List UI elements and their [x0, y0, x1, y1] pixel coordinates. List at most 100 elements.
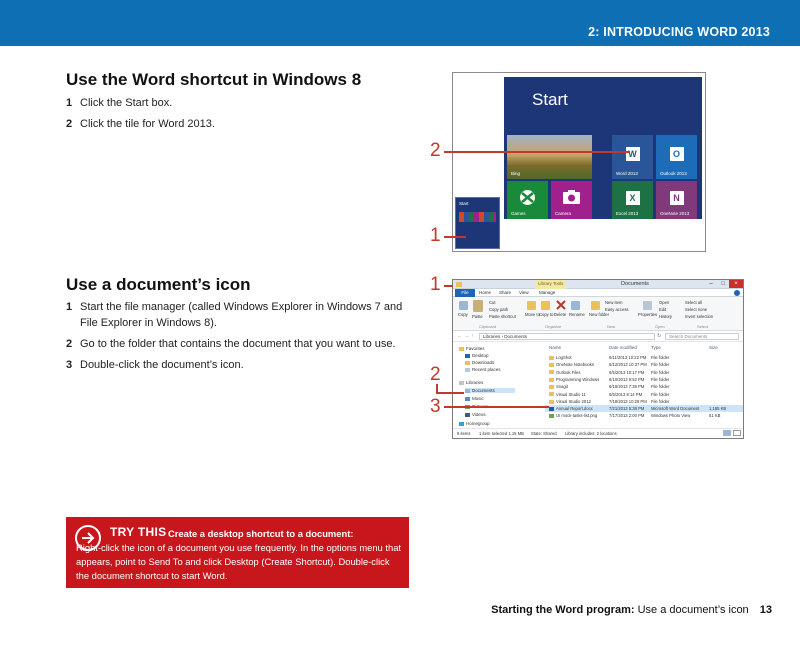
row-date: 6/10/2013 9:52 PM — [609, 376, 645, 382]
address-bar[interactable]: Libraries › Documents — [479, 333, 655, 340]
tile-onenote-2013[interactable]: N OneNote 2013 — [656, 181, 697, 219]
rename-icon — [571, 301, 580, 310]
table-row[interactable]: LogShot 6/11/2013 10:22 PM File folder — [545, 354, 743, 361]
copy-button[interactable]: Copy — [458, 312, 468, 317]
delete-button[interactable]: Delete — [554, 312, 566, 317]
open-button[interactable]: Open — [659, 300, 669, 305]
select-all-button[interactable]: Select all — [685, 300, 702, 305]
folder-icon — [549, 370, 554, 375]
table-row[interactable]: Visual Studio 2012 7/18/2013 10:28 PM File… — [545, 398, 743, 405]
excel-icon: X — [625, 190, 640, 205]
image-file-icon — [549, 414, 554, 419]
tab-share[interactable]: Share — [499, 290, 511, 295]
refresh-icon[interactable]: ↻ — [657, 333, 661, 339]
search-input[interactable]: Search Documents — [665, 333, 739, 340]
new-folder-icon — [591, 301, 600, 310]
tile-camera[interactable]: Camera — [551, 181, 592, 219]
help-icon[interactable] — [734, 290, 740, 296]
library-tools-label: Library Tools — [535, 280, 567, 289]
tile-outlook-2013[interactable]: O Outlook 2013 — [656, 135, 697, 179]
xbox-icon — [520, 190, 535, 205]
cut-button[interactable]: Cut — [489, 300, 496, 305]
row-name: Annual Report.docx — [549, 406, 593, 411]
try-this-body: Right-click the icon of a document you u… — [76, 542, 402, 581]
nav-item-documents[interactable]: Documents — [465, 388, 515, 393]
nav-item-downloads[interactable]: Downloads — [465, 360, 494, 365]
paste-button[interactable]: Paste — [472, 314, 483, 319]
nav-item-favorites[interactable]: Favorites — [459, 346, 485, 351]
copy-path-button[interactable]: Copy path — [489, 307, 508, 312]
table-row[interactable]: Visual Studio 11 6/5/2013 8:14 PM File fol… — [545, 391, 743, 398]
properties-icon — [643, 301, 652, 310]
photo-tile[interactable]: Bing — [507, 135, 592, 179]
try-this-label: TRY THIS — [110, 525, 167, 539]
page-number: 13 — [759, 604, 772, 616]
tab-manage[interactable]: Manage — [539, 290, 555, 295]
paste-shortcut-button[interactable]: Paste shortcut — [489, 314, 516, 319]
large-icons-view-icon[interactable] — [733, 430, 741, 436]
maximize-button[interactable]: □ — [717, 280, 729, 288]
row-type: File folder — [651, 384, 670, 390]
nav-item-homegroup[interactable]: Homegroup — [459, 421, 490, 426]
copy-to-button[interactable]: Copy to — [539, 312, 553, 317]
tile-games[interactable]: Games — [507, 181, 548, 219]
tile-word-2013[interactable]: W Word 2013 — [612, 135, 653, 179]
callout-number: 1 — [430, 225, 441, 246]
row-type: File folder — [651, 362, 670, 368]
callout-number: 2 — [430, 140, 441, 161]
start-box[interactable]: Start — [455, 197, 500, 249]
forward-arrow-icon[interactable]: → — [464, 333, 469, 339]
column-header-date[interactable]: Date modified — [609, 345, 637, 350]
new-item-button[interactable]: New item — [605, 300, 622, 305]
group-select: Select — [697, 324, 709, 329]
move-to-button[interactable]: Move to — [525, 312, 540, 317]
new-folder-button[interactable]: New folder — [589, 312, 609, 317]
row-type: File folder — [651, 398, 670, 404]
row-type: File folder — [651, 376, 670, 382]
column-header-size[interactable]: Size — [709, 345, 718, 350]
nav-item-desktop[interactable]: Desktop — [465, 353, 489, 358]
row-date: 6/5/2013 10:17 PM — [609, 369, 645, 375]
nav-item-libraries[interactable]: Libraries — [459, 380, 483, 385]
folder-icon — [549, 399, 554, 404]
callout-line — [444, 406, 549, 408]
navigation-pane: Favorites Desktop Downloads Recent place… — [453, 342, 541, 428]
tab-view[interactable]: View — [519, 290, 529, 295]
close-button[interactable]: × — [729, 280, 743, 288]
properties-button[interactable]: Properties — [638, 312, 657, 317]
select-none-button[interactable]: Select none — [685, 307, 707, 312]
steps-list-windows8: 1 Click the Start box. 2 Click the tile fo… — [66, 95, 411, 137]
nav-item-music[interactable]: Music — [465, 396, 484, 401]
downloads-icon — [465, 360, 470, 365]
column-header-name[interactable]: Name — [549, 345, 561, 350]
table-row[interactable]: UI mock-tasks-list.png 7/17/2013 2:00 PM W… — [545, 412, 743, 419]
chapter-title: 2: INTRODUCING WORD 2013 — [588, 25, 770, 39]
folder-icon — [549, 363, 554, 368]
back-arrow-icon[interactable]: ← — [457, 333, 462, 339]
nav-item-recent-places[interactable]: Recent places — [465, 367, 501, 372]
up-arrow-icon[interactable]: ↑ — [471, 333, 474, 339]
column-header-type[interactable]: Type — [651, 345, 661, 350]
folder-icon — [549, 377, 554, 382]
status-item-count: 9 items — [457, 431, 471, 436]
table-row[interactable]: Programming Windows 6/10/2013 9:52 PM File… — [545, 376, 743, 383]
rename-button[interactable]: Rename — [569, 312, 585, 317]
details-view-icon[interactable] — [723, 430, 731, 436]
folder-icon — [456, 282, 462, 287]
address-row: ← → ↑ Libraries › Documents ↻ Search Doc… — [453, 331, 743, 342]
table-row[interactable]: OneNote Notebooks 6/12/2013 10:37 PM File … — [545, 361, 743, 368]
history-button[interactable]: History — [659, 314, 672, 319]
tab-file[interactable]: File — [455, 289, 475, 297]
edit-button[interactable]: Edit — [659, 307, 666, 312]
table-row[interactable]: Annual Report.docx 7/21/2013 5:38 PM Micro… — [545, 405, 743, 413]
table-row[interactable]: Snagit 6/18/2013 7:36 PM File folder — [545, 383, 743, 390]
table-row[interactable]: Outlook Files 6/5/2013 10:17 PM File folde… — [545, 369, 743, 376]
group-organize: Organize — [545, 324, 562, 329]
invert-selection-button[interactable]: Invert selection — [685, 314, 713, 319]
minimize-button[interactable]: – — [705, 280, 717, 288]
status-bar: 9 items 1 item selected 1.15 MB State: S… — [453, 428, 743, 438]
tab-home[interactable]: Home — [479, 290, 491, 295]
easy-access-button[interactable]: Easy access — [605, 307, 629, 312]
nav-item-videos[interactable]: Videos — [465, 412, 486, 417]
tile-excel-2013[interactable]: X Excel 2013 — [612, 181, 653, 219]
